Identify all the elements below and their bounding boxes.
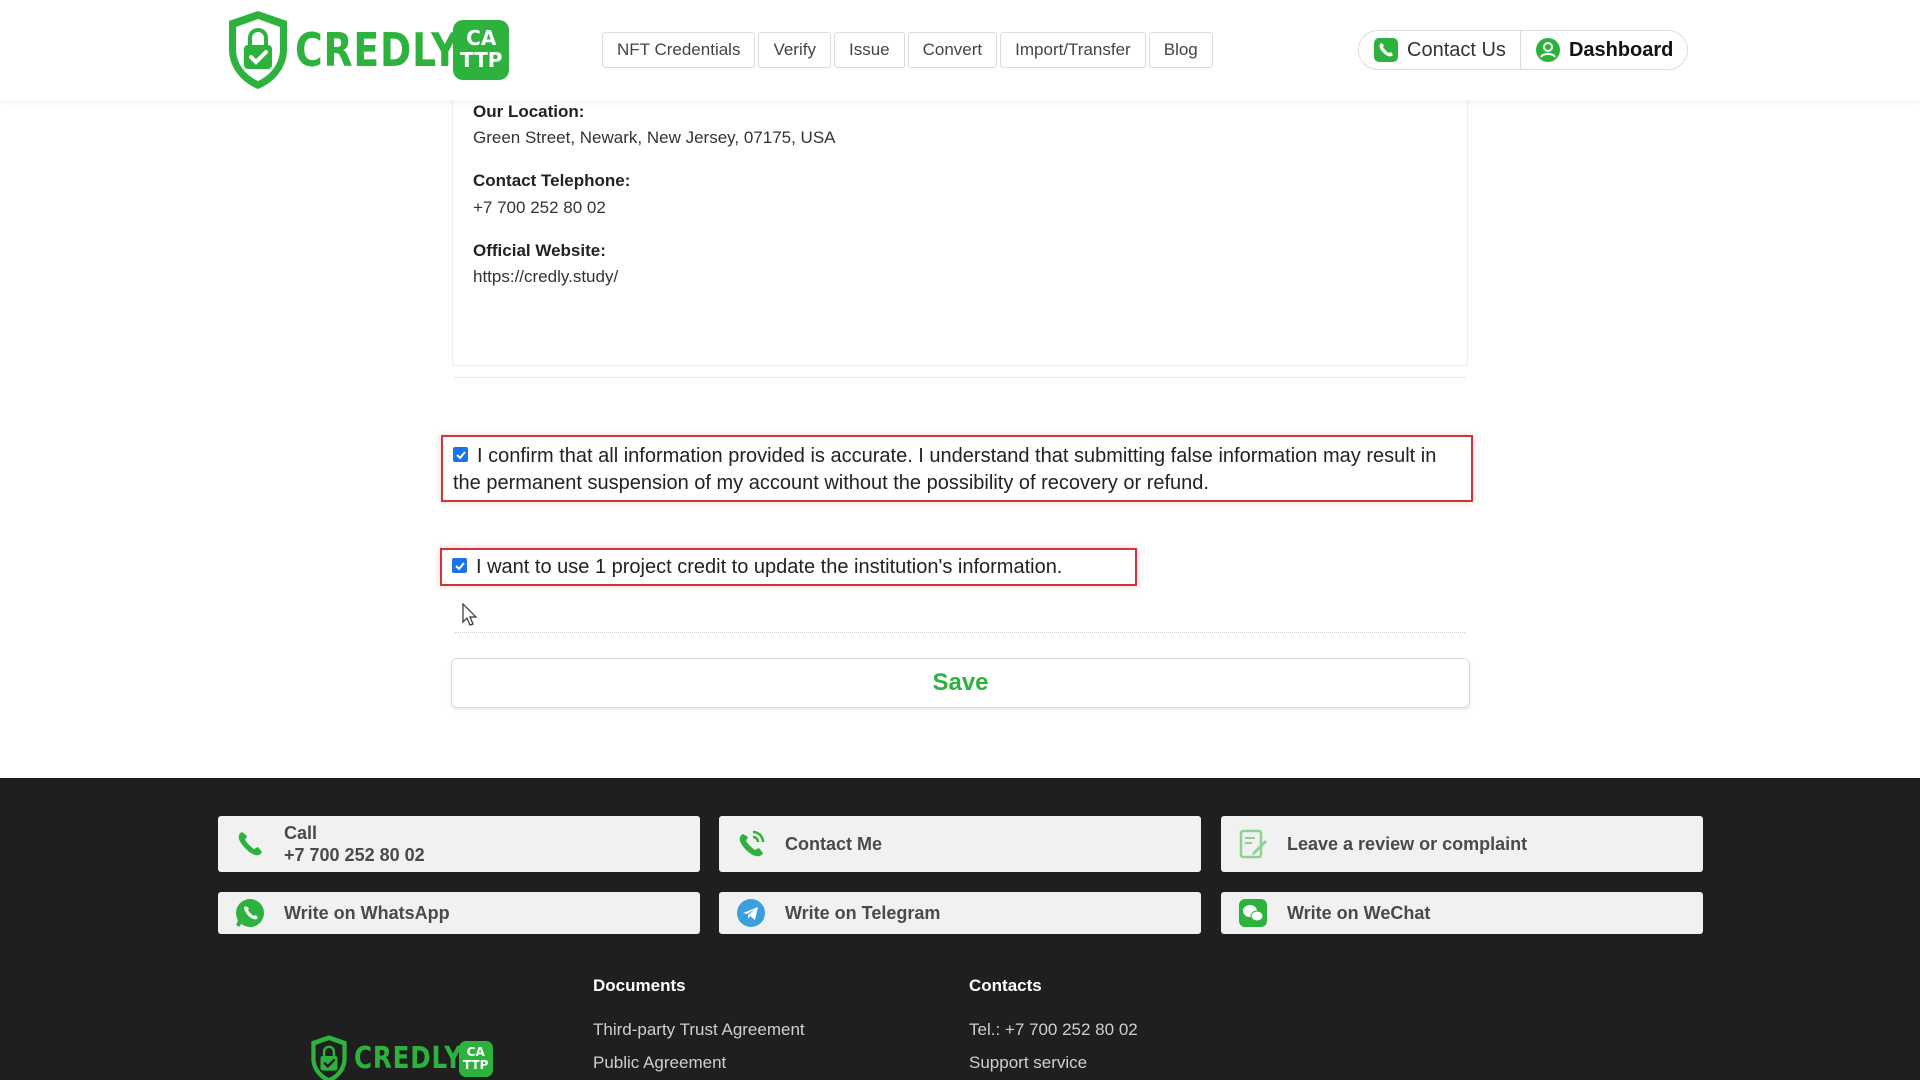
nav-blog[interactable]: Blog: [1148, 32, 1213, 68]
site-header: CREDLY CA TTP NFT Credentials Verify Iss…: [0, 0, 1920, 100]
location-value: Green Street, Newark, New Jersey, 07175,…: [473, 128, 836, 147]
accuracy-text: I confirm that all information provided …: [453, 445, 1437, 494]
phone-icon: [238, 832, 262, 856]
location-label: Our Location:: [473, 102, 585, 121]
footer-logo[interactable]: CREDLY CA TTP: [308, 1035, 493, 1080]
telegram-icon: [737, 899, 765, 927]
shield-check-icon: [229, 11, 287, 89]
user-icon: [1535, 38, 1560, 62]
contact-me-button[interactable]: Contact Me: [719, 816, 1201, 872]
logo-badge: CA TTP: [453, 20, 510, 80]
nav-nft-credentials[interactable]: NFT Credentials: [602, 32, 756, 68]
checkmark-icon: [455, 451, 466, 460]
credly-logo[interactable]: CREDLY CA TTP: [225, 8, 510, 92]
dashboard-label: Dashboard: [1568, 38, 1674, 61]
divider: [455, 377, 1465, 378]
contacts-heading: Contacts: [969, 976, 1042, 995]
logo-wordmark: CREDLY: [295, 23, 460, 77]
footer-logo-wordmark: CREDLY: [354, 1041, 463, 1076]
call-label: Call: [284, 823, 318, 843]
logo-badge-line-2: TTP: [460, 48, 503, 72]
telegram-button[interactable]: Write on Telegram: [719, 892, 1201, 934]
checkmark-icon: [454, 562, 465, 571]
save-button[interactable]: Save: [451, 658, 1470, 708]
contact-us-button[interactable]: Contact Us: [1359, 31, 1520, 69]
header-actions: Contact Us Dashboard: [1358, 30, 1689, 70]
contact-us-label: Contact Us: [1407, 38, 1506, 61]
wechat-icon: [1239, 899, 1267, 927]
contact-me-label: Contact Me: [785, 833, 883, 854]
phone-ringing-icon: [739, 830, 765, 857]
nav-verify[interactable]: Verify: [758, 32, 831, 68]
whatsapp-button[interactable]: Write on WhatsApp: [218, 892, 700, 934]
edit-document-icon: [1239, 829, 1267, 859]
phone-icon: [1374, 38, 1398, 62]
credit-text: I want to use 1 project credit to update…: [476, 556, 1063, 578]
footer-logo-badge-line-2: TTP: [462, 1058, 489, 1072]
public-agreement-link[interactable]: Public Agreement: [593, 1053, 726, 1073]
logo-badge-line-1: CA: [466, 26, 497, 50]
wechat-button[interactable]: Write on WeChat: [1221, 892, 1703, 934]
phone-value: +7 700 252 80 02: [473, 198, 606, 217]
nav-convert[interactable]: Convert: [907, 32, 998, 68]
accuracy-confirmation[interactable]: I confirm that all information provided …: [441, 435, 1473, 502]
call-button[interactable]: Call +7 700 252 80 02: [218, 816, 700, 872]
telegram-label: Write on Telegram: [785, 902, 941, 923]
main-nav: NFT Credentials Verify Issue Convert Imp…: [602, 32, 1213, 68]
whatsapp-label: Write on WhatsApp: [284, 902, 450, 923]
website-value: https://credly.study/: [473, 267, 619, 286]
documents-heading: Documents: [593, 976, 686, 995]
accuracy-checkbox[interactable]: [453, 447, 468, 463]
footer-logo-badge: CA TTP: [458, 1041, 493, 1077]
wechat-label: Write on WeChat: [1287, 902, 1431, 923]
support-service-link[interactable]: Support service: [969, 1053, 1087, 1073]
nav-issue[interactable]: Issue: [833, 32, 905, 68]
dashboard-button[interactable]: Dashboard: [1519, 31, 1688, 69]
nav-import-transfer[interactable]: Import/Transfer: [1000, 32, 1146, 68]
footer-phone-link[interactable]: Tel.: +7 700 252 80 02: [969, 1020, 1138, 1040]
whatsapp-icon: [236, 899, 264, 927]
credit-checkbox[interactable]: [452, 558, 467, 574]
divider: [455, 632, 1465, 633]
phone-label: Contact Telephone:: [473, 171, 631, 190]
shield-check-icon: [311, 1035, 347, 1080]
call-number: +7 700 252 80 02: [284, 845, 425, 865]
third-party-trust-agreement-link[interactable]: Third-party Trust Agreement: [593, 1020, 805, 1040]
credit-confirmation[interactable]: I want to use 1 project credit to update…: [440, 548, 1137, 586]
review-button[interactable]: Leave a review or complaint: [1221, 816, 1703, 872]
review-label: Leave a review or complaint: [1287, 833, 1528, 854]
mouse-cursor-icon: [462, 603, 478, 626]
website-label: Official Website:: [473, 241, 606, 260]
